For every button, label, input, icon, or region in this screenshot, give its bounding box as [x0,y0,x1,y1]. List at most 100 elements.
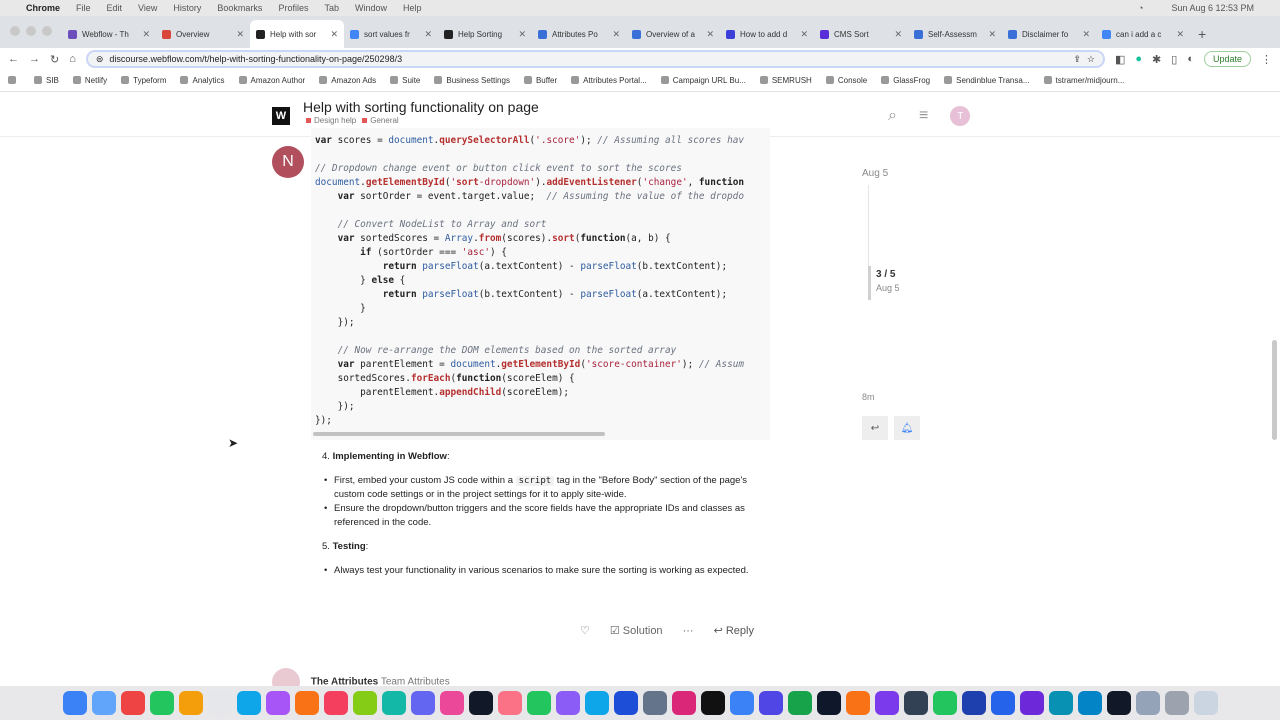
category-badge[interactable]: Design help [306,116,356,125]
menu-app-name[interactable]: Chrome [26,3,60,13]
close-tab-icon[interactable]: ✕ [706,29,714,40]
clock[interactable]: Sun Aug 6 12:53 PM [1171,3,1254,13]
back-icon[interactable]: ← [8,53,19,65]
browser-tab[interactable]: Overview ✕ [156,20,250,48]
dock-app-icon[interactable] [961,691,986,715]
webflow-logo[interactable]: W [272,107,290,125]
share-icon[interactable]: ⇪ [1073,54,1081,65]
dock-app-icon[interactable] [1135,691,1160,715]
bookmark-gmail[interactable] [8,76,20,85]
close-tab-icon[interactable]: ✕ [612,29,620,40]
dock-app-icon[interactable] [816,691,841,715]
close-tab-icon[interactable]: ✕ [424,29,432,40]
menu-tab[interactable]: Tab [324,3,339,13]
close-tab-icon[interactable]: ✕ [518,29,526,40]
dock-app-icon[interactable] [468,691,493,715]
close-tab-icon[interactable]: ✕ [800,29,808,40]
wifi-icon[interactable]: ◔ [1138,3,1143,13]
zoom-window-button[interactable] [42,26,52,36]
dock-app-icon[interactable] [410,691,435,715]
browser-tab[interactable]: Overview of a ✕ [626,20,720,48]
dock-app-icon[interactable] [758,691,783,715]
bookmark-item[interactable]: Sendinblue Transa... [944,76,1029,85]
dock-app-icon[interactable] [1164,691,1189,715]
post-author-avatar[interactable]: N [272,146,304,178]
dock-app-icon[interactable] [613,691,638,715]
browser-tab[interactable]: How to add d ✕ [720,20,814,48]
menu-file[interactable]: File [76,3,91,13]
dock-app-icon[interactable] [62,691,87,715]
close-window-button[interactable] [10,26,20,36]
dock-app-icon[interactable] [874,691,899,715]
close-tab-icon[interactable]: ✕ [988,29,996,40]
dock-app-icon[interactable] [178,691,203,715]
dock-app-icon[interactable] [787,691,812,715]
menu-edit[interactable]: Edit [107,3,123,13]
bookmark-item[interactable]: Business Settings [434,76,510,85]
dock-app-icon[interactable] [700,691,725,715]
reply-topic-icon[interactable]: ↩ [862,416,888,440]
timeline-handle[interactable] [868,266,871,300]
dock-app-icon[interactable] [555,691,580,715]
dock-app-icon[interactable] [294,691,319,715]
new-tab-button[interactable]: + [1198,20,1206,48]
bookmark-item[interactable]: Analytics [180,76,224,85]
menu-help[interactable]: Help [403,3,422,13]
reload-icon[interactable]: ↻ [50,53,59,66]
bookmark-item[interactable]: Console [826,76,867,85]
bookmark-item[interactable]: Netlify [73,76,107,85]
bookmark-item[interactable]: Campaign URL Bu... [661,76,746,85]
timeline-start-date[interactable]: Aug 5 [862,168,888,179]
minimize-window-button[interactable] [26,26,36,36]
bookmark-item[interactable]: Amazon Ads [319,76,376,85]
home-icon[interactable]: ⌂ [69,53,76,65]
dock-app-icon[interactable] [584,691,609,715]
browser-tab[interactable]: Attributes Po ✕ [532,20,626,48]
dock-app-icon[interactable] [1106,691,1131,715]
dock-app-icon[interactable] [1019,691,1044,715]
close-tab-icon[interactable]: ✕ [330,29,338,40]
forward-icon[interactable]: → [29,53,40,65]
dock-app-icon[interactable] [932,691,957,715]
close-tab-icon[interactable]: ✕ [1082,29,1090,40]
user-avatar[interactable]: T [950,106,971,126]
menu-window[interactable]: Window [355,3,387,13]
notification-bell-icon[interactable]: 🔔︎ [894,416,920,440]
dock-app-icon[interactable] [439,691,464,715]
page-scrollbar[interactable] [1272,340,1277,440]
browser-tab[interactable]: can i add a c ✕ [1096,20,1190,48]
bookmark-item[interactable]: tstramer/midjourn... [1044,76,1125,85]
dock-app-icon[interactable] [642,691,667,715]
browser-tab[interactable]: Help with sor ✕ [250,20,344,48]
dock-app-icon[interactable] [497,691,522,715]
like-icon[interactable]: ♡ [580,624,590,637]
search-icon[interactable]: ⌕ [888,107,897,125]
solution-button[interactable]: ☑ Solution [610,624,663,637]
menu-view[interactable]: View [138,3,157,13]
bookmark-item[interactable]: SEMRUSH [760,76,812,85]
code-block[interactable]: var scores = document.querySelectorAll('… [311,128,770,440]
dock-app-icon[interactable] [1048,691,1073,715]
dock-app-icon[interactable] [352,691,377,715]
bookmark-item[interactable]: Buffer [524,76,557,85]
dock-app-icon[interactable] [671,691,696,715]
code-horizontal-scrollbar[interactable] [313,432,605,436]
dock-app-icon[interactable] [91,691,116,715]
bookmark-item[interactable]: Amazon Author [239,76,306,85]
grammarly-icon[interactable]: ● [1135,53,1142,65]
dock-app-icon[interactable] [207,691,232,715]
dock-app-icon[interactable] [729,691,754,715]
menu-history[interactable]: History [173,3,201,13]
url-bar[interactable]: ⊜ discourse.webflow.com/t/help-with-sort… [85,50,1105,68]
browser-tab[interactable]: Self-Assessm ✕ [908,20,1002,48]
bookmark-item[interactable]: Attributes Portal... [571,76,647,85]
bookmark-item[interactable]: SIB [34,76,59,85]
reply-button[interactable]: ↩ Reply [714,624,754,637]
dock-app-icon[interactable] [120,691,145,715]
browser-tab[interactable]: Help Sorting ✕ [438,20,532,48]
browser-tab[interactable]: Disclaimer fo ✕ [1002,20,1096,48]
extensions-puzzle-icon[interactable]: ✱ [1152,53,1161,66]
browser-tab[interactable]: Webflow - Th ✕ [62,20,156,48]
dock-app-icon[interactable] [903,691,928,715]
more-menu-icon[interactable]: ⋮ [1261,53,1272,66]
